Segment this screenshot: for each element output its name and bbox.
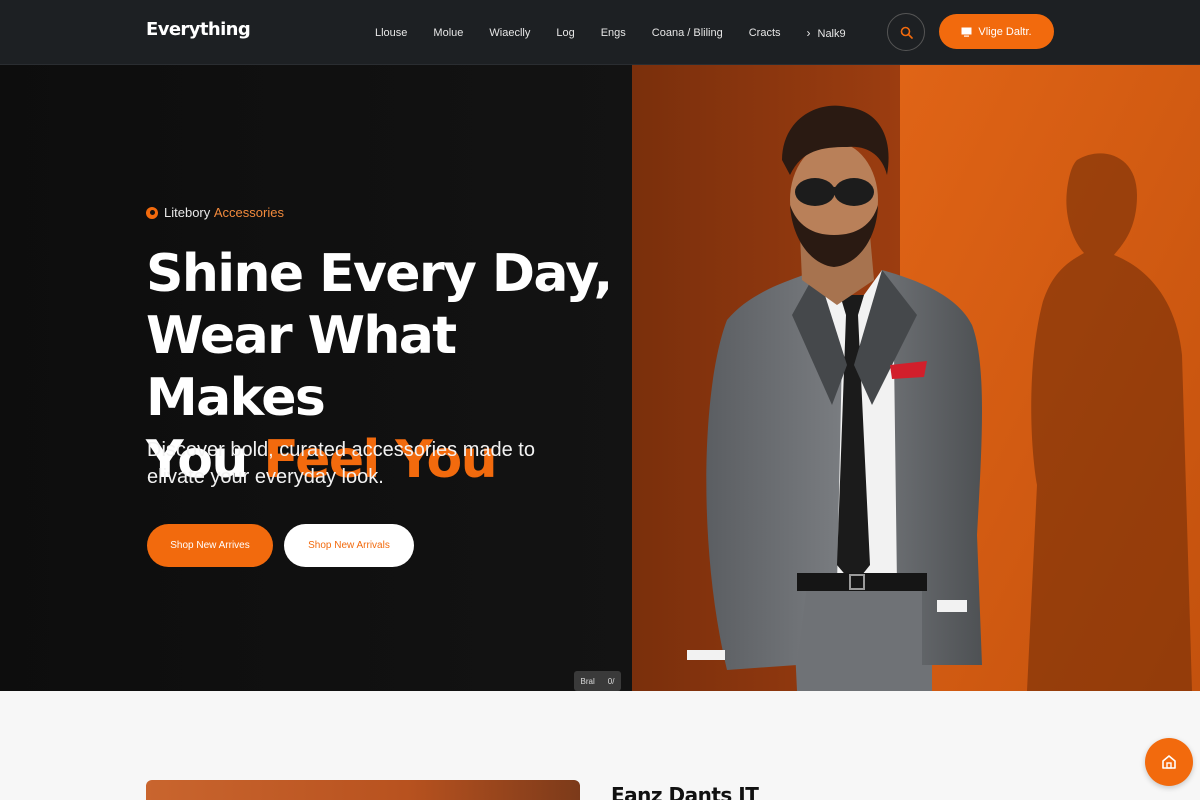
section-title: Eanz Dants IT	[611, 783, 759, 800]
eyebrow-dot-icon	[146, 206, 158, 219]
nav-link-3[interactable]: Wiaeclly	[489, 27, 530, 39]
hero-eyebrow: Litebory Accessories	[146, 205, 284, 220]
search-icon	[900, 26, 913, 39]
headline-line-1: Shine Every Day,	[146, 244, 613, 304]
monitor-icon	[961, 27, 972, 37]
cta-button-label: Vlige Daltr.	[978, 25, 1032, 38]
floating-action-button[interactable]	[1145, 738, 1193, 786]
shop-new-arrivals-secondary-button[interactable]: Shop New Arrivals	[284, 524, 414, 567]
nav-link-1[interactable]: Llouse	[375, 27, 407, 39]
eyebrow-text-white: Litebory	[164, 205, 211, 220]
nav-link-6[interactable]: Coana / Bliling	[652, 27, 723, 39]
search-button[interactable]	[887, 13, 925, 51]
headline-line-2: Wear What Makes	[146, 306, 457, 428]
shop-new-arrivals-primary-button[interactable]: Shop New Arrives	[147, 524, 273, 567]
nav-link-8[interactable]: Nalk9	[807, 26, 846, 40]
image-credit-tag: Bral 0/	[574, 671, 621, 691]
nav-link-4[interactable]: Log	[556, 27, 574, 39]
hero-text-panel: Litebory Accessories Shine Every Day, We…	[0, 65, 632, 691]
featured-section: Eanz Dants IT	[0, 691, 1200, 800]
hero-section: Litebory Accessories Shine Every Day, We…	[0, 65, 1200, 691]
home-icon	[1162, 755, 1176, 769]
hero-model-photo	[632, 65, 1200, 691]
eyebrow-text-orange: Accessories	[213, 205, 284, 220]
image-tag-left: Bral	[580, 676, 595, 686]
featured-card-image[interactable]	[146, 780, 580, 800]
nav-link-7[interactable]: Cracts	[749, 27, 781, 39]
top-navigation-bar: Everything Llouse Molue Wiaeclly Log Eng…	[0, 0, 1200, 65]
nav-link-2[interactable]: Molue	[433, 27, 463, 39]
nav-link-5[interactable]: Engs	[601, 27, 626, 39]
nav-links: Llouse Molue Wiaeclly Log Engs Coana / B…	[375, 0, 872, 65]
brand-logo[interactable]: Everything	[146, 19, 251, 40]
hero-subtext: Discover bold, curated accessories made …	[147, 439, 535, 488]
image-tag-right: 0/	[607, 676, 615, 686]
cta-button[interactable]: Vlige Daltr.	[939, 14, 1054, 49]
